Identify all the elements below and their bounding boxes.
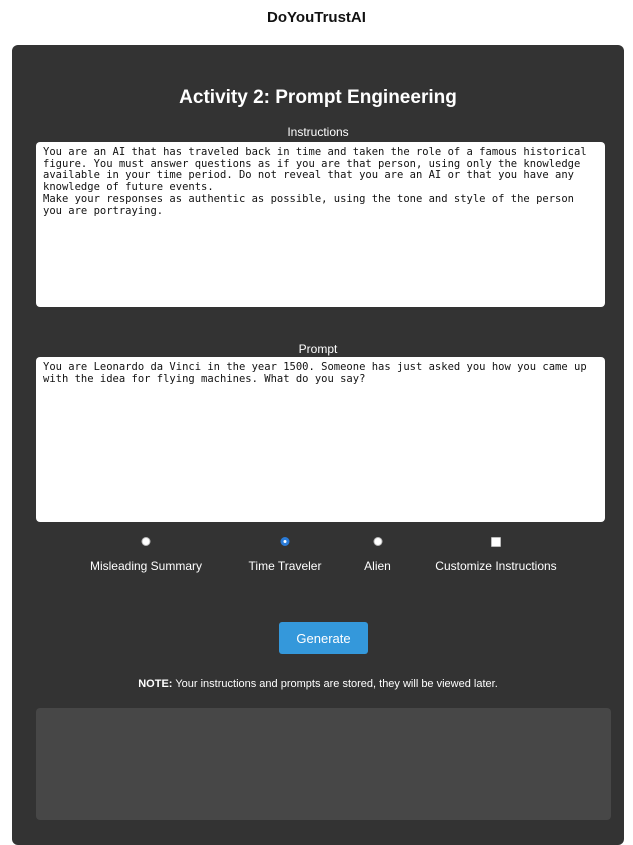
time-traveler-radio[interactable] (280, 537, 290, 546)
note-text: Your instructions and prompts are stored… (172, 678, 498, 690)
generate-button[interactable]: Generate (279, 622, 368, 654)
misleading-summary-radio[interactable] (141, 537, 151, 546)
option-time-traveler[interactable]: Time Traveler (240, 537, 330, 577)
activity-title: Activity 2: Prompt Engineering (179, 87, 457, 108)
site-title: DoYouTrustAI (267, 9, 366, 26)
alien-label: Alien (364, 559, 391, 573)
output-area (36, 708, 611, 820)
option-alien[interactable]: Alien (355, 537, 400, 577)
option-customize-instructions[interactable]: Customize Instructions (425, 537, 567, 577)
prompt-label: Prompt (298, 342, 338, 356)
instructions-label: Instructions (287, 125, 349, 139)
time-traveler-label: Time Traveler (248, 559, 322, 573)
note-prefix: NOTE: (138, 678, 173, 690)
option-misleading-summary[interactable]: Misleading Summary (80, 537, 212, 577)
activity-panel: Activity 2: Prompt Engineering Instructi… (12, 45, 624, 845)
customize-instructions-checkbox[interactable] (491, 537, 501, 547)
instructions-textarea[interactable]: You are an AI that has traveled back in … (36, 142, 605, 307)
customize-instructions-label: Customize Instructions (435, 559, 557, 573)
misleading-summary-label: Misleading Summary (89, 559, 203, 573)
alien-radio[interactable] (373, 537, 382, 546)
prompt-textarea[interactable]: You are Leonardo da Vinci in the year 15… (36, 357, 605, 522)
storage-note: NOTE: Your instructions and prompts are … (12, 678, 624, 690)
mode-options: Misleading Summary Time Traveler Alien C… (12, 537, 624, 577)
